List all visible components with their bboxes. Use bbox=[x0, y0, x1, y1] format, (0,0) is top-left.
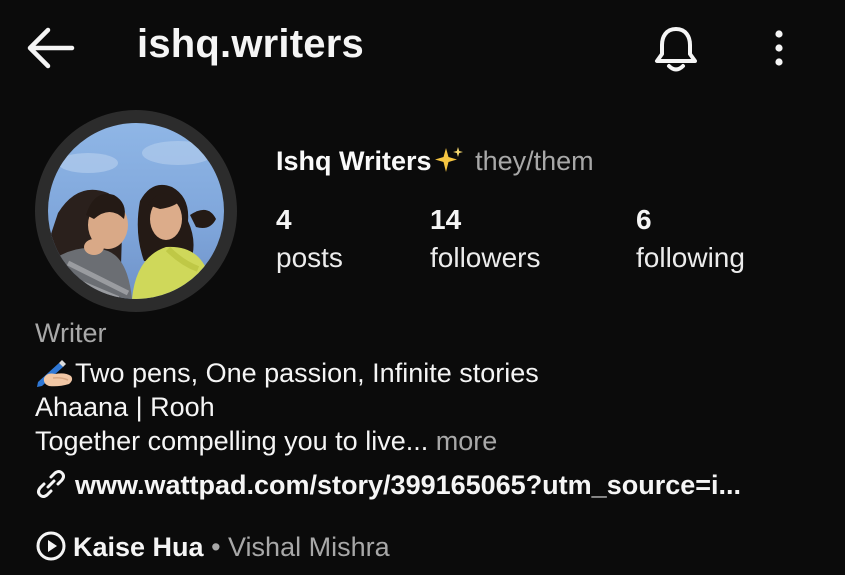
followers-label: followers bbox=[430, 242, 541, 273]
top-bar: ishq.writers bbox=[0, 0, 845, 100]
profile-username: ishq.writers bbox=[137, 22, 364, 66]
bio-line-3: Together compelling you to live... more bbox=[35, 426, 497, 457]
arrow-left-icon[interactable] bbox=[24, 26, 76, 70]
display-name: Ishq Writers bbox=[276, 146, 432, 176]
posts-stat[interactable]: 4 posts bbox=[276, 202, 343, 278]
sparkles-icon bbox=[434, 147, 463, 172]
music-separator: • bbox=[203, 532, 229, 562]
bio-line-2: Ahaana | Rooh bbox=[35, 392, 215, 422]
profile-photo bbox=[48, 123, 224, 299]
play-circle-icon bbox=[36, 531, 66, 561]
following-stat[interactable]: 6 following bbox=[636, 202, 745, 278]
followers-count: 14 bbox=[430, 204, 462, 235]
song-artist: Vishal Mishra bbox=[228, 532, 390, 562]
followers-stat[interactable]: 14 followers bbox=[430, 202, 540, 278]
link-icon bbox=[37, 470, 65, 498]
display-name-row: Ishq Writers they/them bbox=[276, 145, 594, 177]
writing-hand-icon bbox=[37, 360, 73, 387]
bio-line-1-text: Two pens, One passion, Infinite stories bbox=[75, 358, 539, 388]
following-count: 6 bbox=[636, 204, 652, 235]
posts-label: posts bbox=[276, 242, 343, 273]
profile-music[interactable]: Kaise Hua • Vishal Mishra bbox=[35, 530, 390, 563]
pronouns: they/them bbox=[475, 146, 594, 176]
more-vertical-icon[interactable] bbox=[766, 26, 792, 70]
bio-more-link[interactable]: more bbox=[436, 426, 498, 456]
profile-link[interactable]: www.wattpad.com/story/399165065?utm_sour… bbox=[35, 468, 741, 501]
avatar[interactable] bbox=[48, 123, 224, 299]
bell-icon[interactable] bbox=[652, 24, 700, 74]
posts-count: 4 bbox=[276, 204, 292, 235]
song-title: Kaise Hua bbox=[73, 532, 204, 562]
bio-line-3-text: Together compelling you to live... bbox=[35, 426, 429, 456]
following-label: following bbox=[636, 242, 745, 273]
bio-line-1: Two pens, One passion, Infinite stories bbox=[35, 356, 539, 389]
profile-category: Writer bbox=[35, 318, 107, 348]
profile-link-text: www.wattpad.com/story/399165065?utm_sour… bbox=[75, 470, 742, 500]
